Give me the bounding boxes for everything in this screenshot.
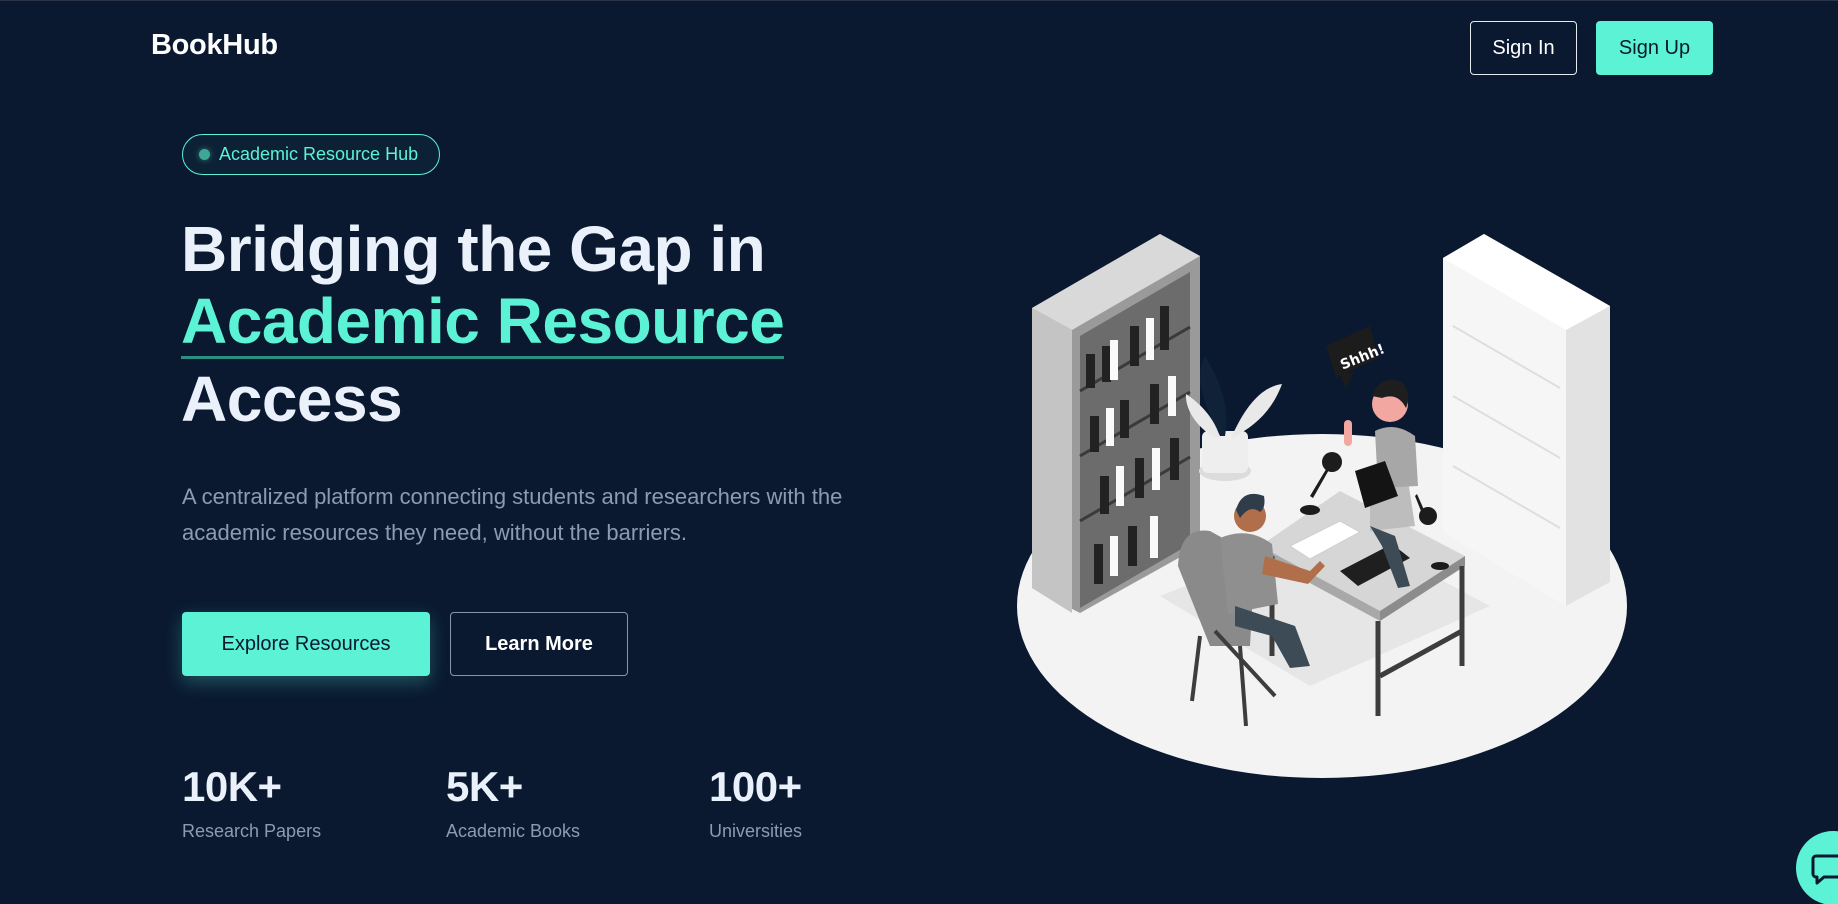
hero-headline: Bridging the Gap in Academic Resource Ac… <box>181 213 785 435</box>
chat-bubble-icon <box>1811 854 1838 885</box>
shhh-speech-bubble: Shhh! <box>1326 326 1387 388</box>
stat-label: Universities <box>709 821 803 841</box>
stat-value: 10K+ <box>182 763 282 810</box>
sign-in-button[interactable]: Sign In <box>1470 21 1577 75</box>
brand-logo[interactable]: BookHub <box>151 29 278 62</box>
stat-value: 5K+ <box>446 763 523 810</box>
status-dot-icon <box>199 149 210 160</box>
stat-label: Research Papers <box>182 821 322 841</box>
hero-badge-label: Academic Resource Hub <box>219 144 419 164</box>
stat-research-papers: 10K+ Research Papers <box>182 763 321 842</box>
headline-line-1: Bridging the Gap in <box>181 213 766 285</box>
hero-badge: Academic Resource Hub <box>182 134 441 175</box>
hero-subtitle: A centralized platform connecting studen… <box>182 484 843 545</box>
library-study-illustration: Shhh! <box>1017 234 1627 778</box>
stat-value: 100+ <box>709 763 802 810</box>
headline-line-3: Access <box>181 363 403 435</box>
explore-resources-button[interactable]: Explore Resources <box>182 612 430 676</box>
stat-label: Academic Books <box>446 821 581 841</box>
stat-universities: 100+ Universities <box>709 763 802 842</box>
stat-academic-books: 5K+ Academic Books <box>446 763 580 842</box>
landing-page: BookHub Sign In Sign Up Academic Resourc… <box>0 0 1838 904</box>
chat-button[interactable] <box>1796 831 1838 904</box>
left-bookshelf-icon <box>1032 234 1200 613</box>
learn-more-button[interactable]: Learn More <box>450 612 628 676</box>
sign-up-button[interactable]: Sign Up <box>1596 21 1713 75</box>
headline-highlight: Academic Resource <box>181 285 785 359</box>
